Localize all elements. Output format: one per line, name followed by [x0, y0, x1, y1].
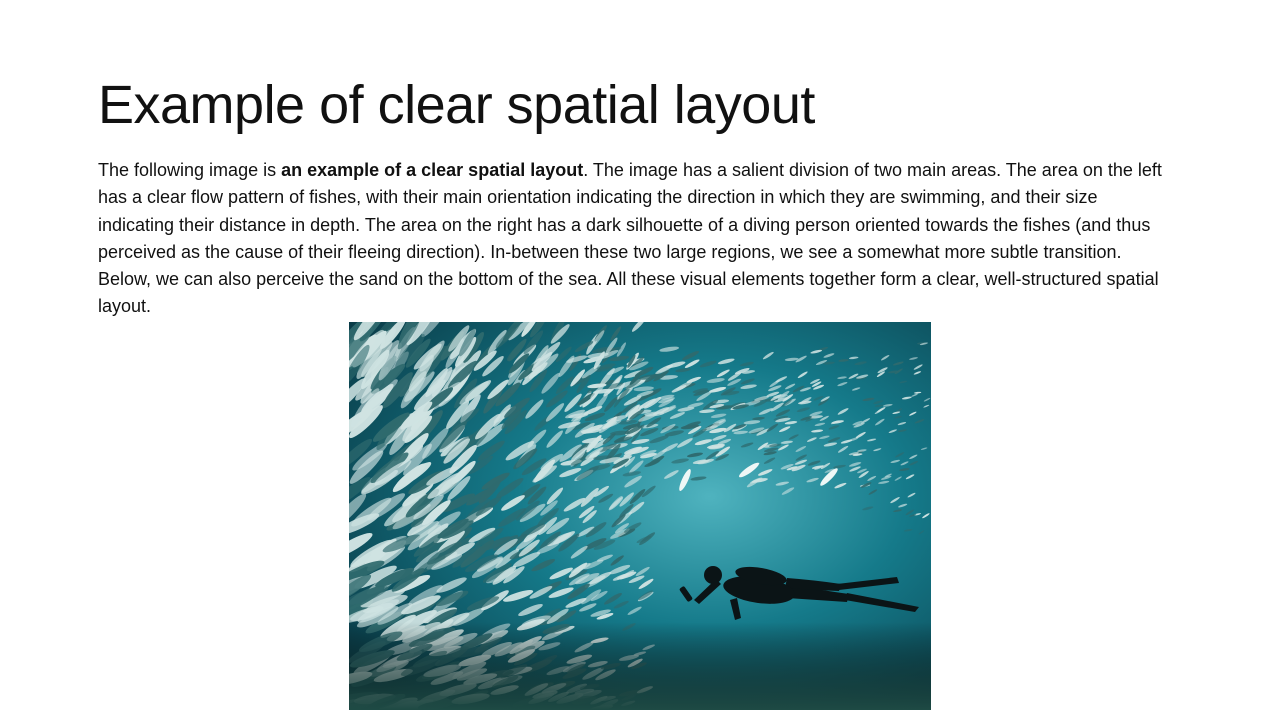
paragraph-body: . The image has a salient division of tw…: [98, 160, 1162, 317]
sea-floor-sand: [349, 622, 931, 710]
slide-title: Example of clear spatial layout: [98, 75, 815, 135]
paragraph-emphasis: an example of a clear spatial layout: [281, 160, 584, 180]
slide-paragraph: The following image is an example of a c…: [98, 157, 1170, 321]
fish-school-diver-photo: [349, 322, 931, 710]
underwater-scene-image: [349, 322, 931, 710]
paragraph-intro: The following image is: [98, 160, 282, 180]
slide: Example of clear spatial layout The foll…: [0, 0, 1280, 720]
